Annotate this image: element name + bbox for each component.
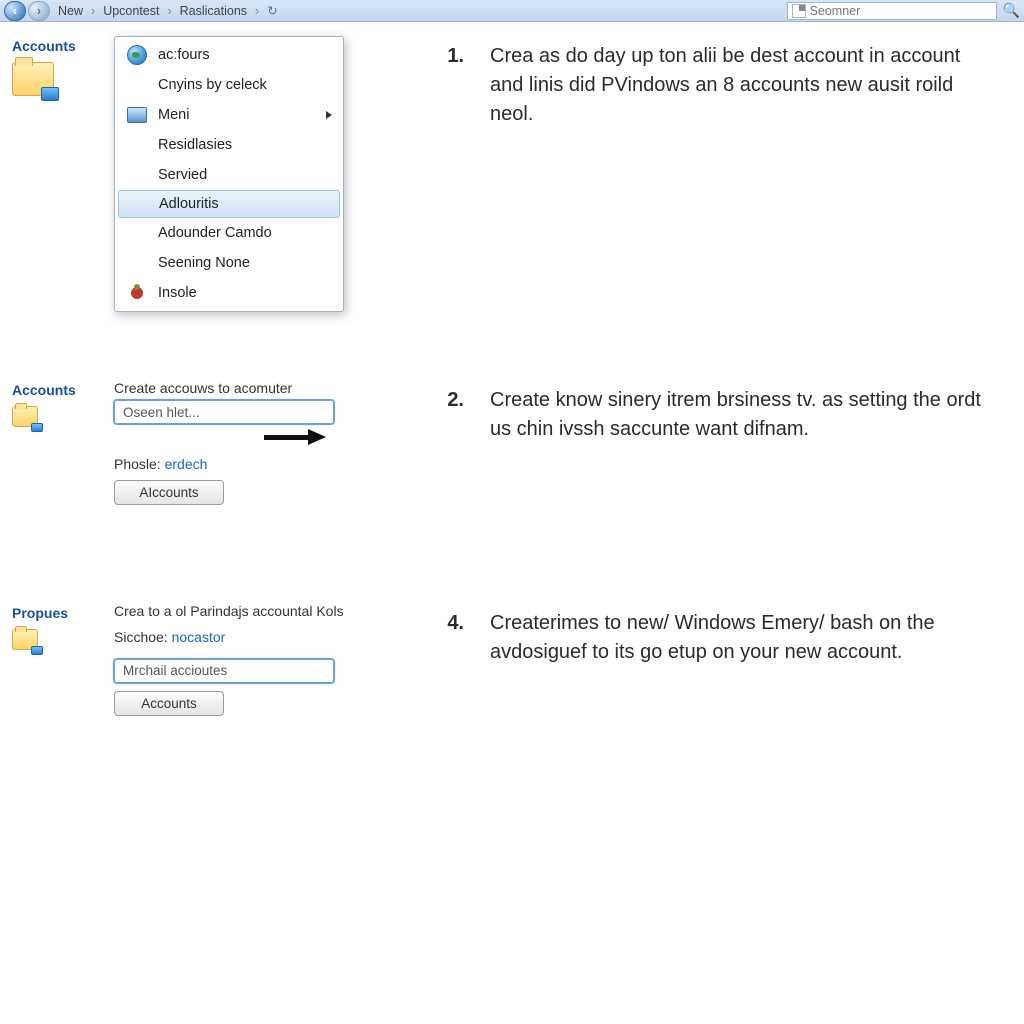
breadcrumb-refresh-icon[interactable]: ↻: [261, 3, 283, 18]
menu-item-insole[interactable]: Insole: [116, 278, 342, 308]
menu-item-label: Adlouritis: [159, 196, 219, 212]
accounts-button[interactable]: AIccounts: [114, 480, 224, 505]
step-1-row: Accounts acːfours Cnyins by celeck Meni …: [0, 22, 1024, 326]
sicchoe-value-link[interactable]: nocastor: [172, 629, 226, 645]
context-menu: acːfours Cnyins by celeck Meni Residlasi…: [114, 36, 344, 312]
step-number: 4.: [436, 609, 464, 667]
account-name-input[interactable]: [114, 400, 334, 424]
menu-item-residlasies[interactable]: Residlasies: [116, 130, 342, 160]
accounts-folder-icon[interactable]: [12, 406, 38, 427]
account-name-input[interactable]: [114, 659, 334, 683]
sidebar-caption[interactable]: Propues: [12, 605, 92, 621]
breadcrumb-item[interactable]: Raslications: [174, 4, 253, 18]
step-number: 1.: [436, 42, 464, 129]
sidebar-caption[interactable]: Accounts: [12, 38, 92, 54]
search-input[interactable]: Seomner: [787, 2, 997, 20]
chevron-right-icon: ›: [165, 4, 173, 18]
globe-icon: [127, 45, 147, 65]
menu-item-label: Meni: [158, 107, 189, 123]
create-account-heading: Crea to a ol Parindajs accountal Kols: [114, 603, 414, 621]
menu-item-servied[interactable]: Servied: [116, 160, 342, 190]
sidebar-caption[interactable]: Accounts: [12, 382, 92, 398]
phosle-value-link[interactable]: erdech: [165, 456, 208, 472]
chevron-right-icon: ›: [253, 4, 261, 18]
accounts-button[interactable]: Accounts: [114, 691, 224, 716]
step-2-row: Accounts Create accouws to acomuter Phos…: [0, 366, 1024, 519]
menu-item-adounder[interactable]: Adounder Camdo: [116, 218, 342, 248]
create-account-heading: Create accouws to acomuter: [114, 380, 414, 396]
search-category-icon: [792, 4, 806, 18]
menu-item-acfours[interactable]: acːfours: [116, 40, 342, 70]
menu-item-label: Seening None: [158, 255, 250, 271]
menu-item-cnyins[interactable]: Cnyins by celeck: [116, 70, 342, 100]
accounts-folder-icon[interactable]: [12, 62, 54, 96]
step-text: Createrimes to new/ Windows Emery/ bash …: [490, 609, 1004, 667]
step-text: Create know sinery itrem brsiness tv. as…: [490, 386, 1004, 444]
sicchoe-label: Sicchoe:: [114, 629, 168, 645]
address-bar: ‹ › New › Upcontest › Raslications › ↻ S…: [0, 0, 1024, 22]
breadcrumb-item[interactable]: Upcontest: [97, 4, 165, 18]
menu-item-label: Insole: [158, 285, 197, 301]
nav-forward-button[interactable]: ›: [28, 1, 50, 21]
chevron-right-icon: ›: [89, 4, 97, 18]
propues-folder-icon[interactable]: [12, 629, 38, 650]
menu-item-label: Cnyins by celeck: [158, 77, 267, 93]
application-icon: [127, 107, 147, 123]
menu-item-adlouritis[interactable]: Adlouritis: [118, 190, 340, 218]
breadcrumb-item[interactable]: New: [52, 4, 89, 18]
step-4-row: Propues Crea to a ol Parindajs accountal…: [0, 589, 1024, 730]
nav-back-button[interactable]: ‹: [4, 1, 26, 21]
submenu-arrow-icon: [326, 111, 332, 119]
step-text: Crea as do day up ton alii be dest accou…: [490, 42, 1004, 129]
menu-item-meni[interactable]: Meni: [116, 100, 342, 130]
arrow-right-icon: [264, 430, 326, 444]
search-placeholder: Seomner: [810, 4, 861, 18]
menu-item-seening[interactable]: Seening None: [116, 248, 342, 278]
bug-icon: [128, 284, 146, 302]
menu-item-label: acːfours: [158, 47, 210, 63]
search-icon[interactable]: 🔍: [1003, 2, 1020, 19]
phosle-label: Phosle:: [114, 456, 161, 472]
menu-item-label: Servied: [158, 167, 207, 183]
menu-item-label: Residlasies: [158, 137, 232, 153]
menu-item-label: Adounder Camdo: [158, 225, 272, 241]
step-number: 2.: [436, 386, 464, 444]
